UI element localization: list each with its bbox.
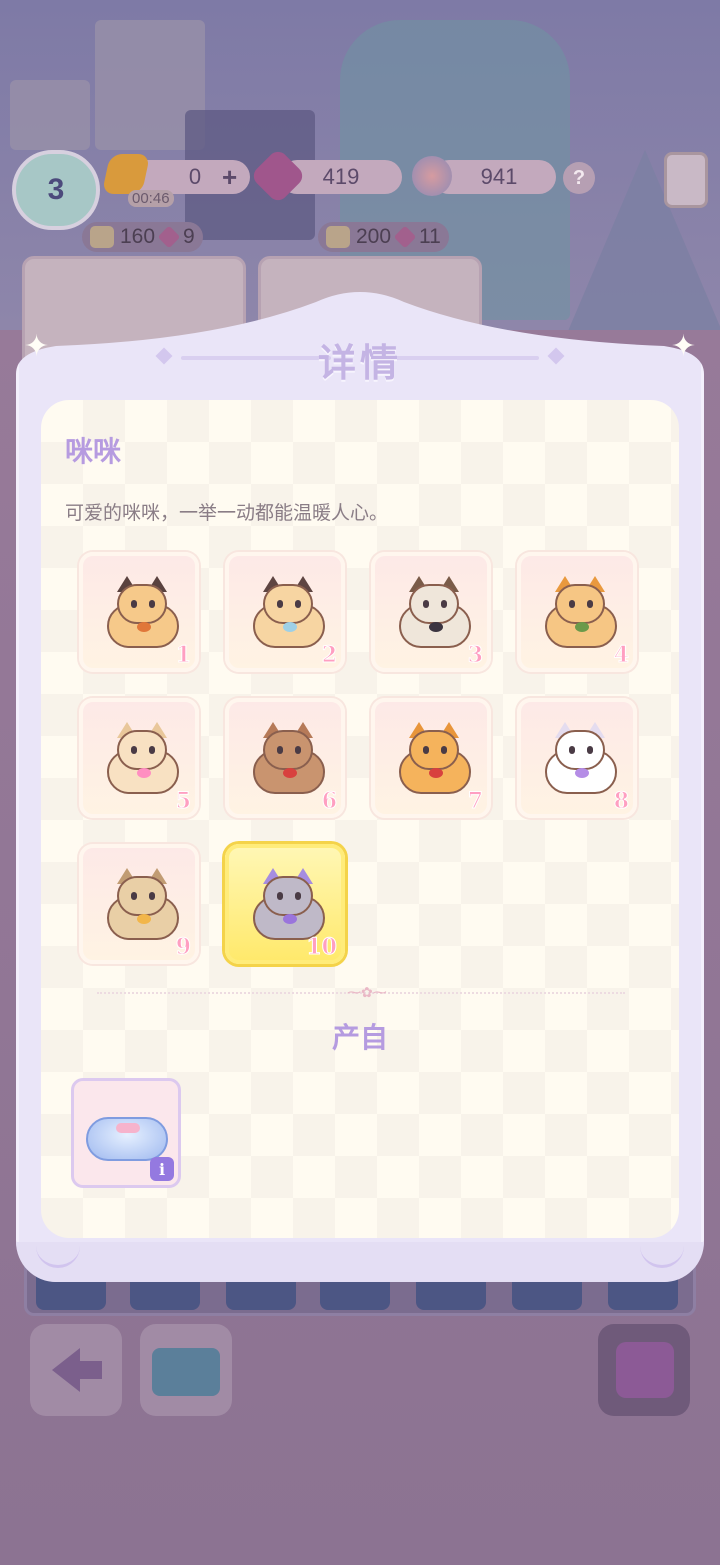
shop-price-2-gems: 11 (419, 225, 441, 248)
source-item-cat-bed[interactable]: i (71, 1078, 181, 1188)
energy-value: 0 (188, 164, 202, 189)
item-name: 咪咪 (65, 436, 122, 467)
star-value: 941 (480, 164, 518, 189)
player-level-badge[interactable]: 3 (12, 150, 100, 230)
help-label: ? (572, 166, 586, 189)
item-description: 可爱的咪咪，一举一动都能温暖人心。 (65, 503, 389, 524)
cat-level-6-card[interactable]: 6 (225, 698, 345, 818)
details-panel: ✦ ✦ 详情 咪咪 可爱的咪咪，一举一动都能温暖人心。 1 2 3 4 5 6 7 8 9 10 … (16, 282, 704, 1282)
cat-level-5-card[interactable]: 5 (79, 698, 199, 818)
gem-value: 419 (322, 164, 360, 189)
cat-level-1-card[interactable]: 1 (79, 552, 199, 672)
cat-level-3-icon (393, 576, 477, 650)
coin-icon (90, 226, 114, 248)
panel-content: 咪咪 可爱的咪咪，一举一动都能温暖人心。 1 2 3 4 5 6 7 8 9 10 ⁓✿⁓ 产自 … (41, 400, 679, 1238)
add-energy-button[interactable]: + (222, 162, 237, 193)
locked-cart-icon (616, 1342, 674, 1398)
cat-level-10-icon (247, 868, 331, 942)
toolbox-icon (152, 1348, 220, 1396)
help-button[interactable]: ? (563, 162, 595, 194)
cat-level-9-card[interactable]: 9 (79, 844, 199, 964)
toolbox-button[interactable] (140, 1324, 232, 1416)
bow-ornament-icon: ⁓✿⁓ (347, 984, 387, 1000)
cat-level-number: 5 (175, 788, 191, 815)
cat-level-2-icon (247, 576, 331, 650)
cat-level-5-icon (101, 722, 185, 796)
back-button[interactable] (30, 1324, 122, 1416)
shop-price-1-gems: 9 (183, 225, 195, 248)
cat-level-number: 3 (467, 642, 483, 669)
cat-level-7-icon (393, 722, 477, 796)
cat-level-number: 1 (175, 642, 191, 669)
panel-title: 详情 (317, 343, 402, 385)
energy-timer: 00:46 (128, 190, 174, 207)
gem-icon (157, 225, 181, 249)
cat-level-10-card[interactable]: 10 (225, 844, 345, 964)
collection-card-button[interactable] (664, 152, 708, 208)
locked-cart-button[interactable] (598, 1324, 690, 1416)
shop-price-1: 160 9 (82, 222, 203, 252)
cat-level-number: 8 (613, 788, 629, 815)
cat-level-8-card[interactable]: 8 (517, 698, 637, 818)
cat-level-9-icon (101, 868, 185, 942)
panel-frame-bottom (16, 1242, 704, 1282)
cat-level-2-card[interactable]: 2 (225, 552, 345, 672)
player-level: 3 (47, 173, 65, 206)
wall-picture (10, 80, 90, 150)
source-title: 产自 (331, 1022, 388, 1053)
cat-level-3-card[interactable]: 3 (371, 552, 491, 672)
back-arrow-icon (52, 1348, 102, 1392)
cat-level-number: 10 (306, 934, 338, 961)
info-icon[interactable]: i (150, 1157, 174, 1181)
cushion-button-icon (116, 1123, 140, 1133)
gem-icon (393, 225, 417, 249)
shop-price-2-coins: 200 (356, 225, 392, 248)
cat-level-6-icon (247, 722, 331, 796)
cat-level-number: 4 (613, 642, 629, 669)
cat-level-4-card[interactable]: 4 (517, 552, 637, 672)
cat-level-number: 6 (321, 788, 337, 815)
cat-level-1-icon (101, 576, 185, 650)
cat-level-number: 9 (175, 934, 191, 961)
cat-level-number: 2 (321, 642, 337, 669)
rainbow-star-icon (412, 156, 452, 196)
shop-price-2: 200 11 (318, 222, 449, 252)
coin-icon (326, 226, 350, 248)
cat-level-8-icon (539, 722, 623, 796)
shop-price-1-coins: 160 (120, 225, 156, 248)
cat-level-7-card[interactable]: 7 (371, 698, 491, 818)
cat-level-number: 7 (467, 788, 483, 815)
cat-level-4-icon (539, 576, 623, 650)
